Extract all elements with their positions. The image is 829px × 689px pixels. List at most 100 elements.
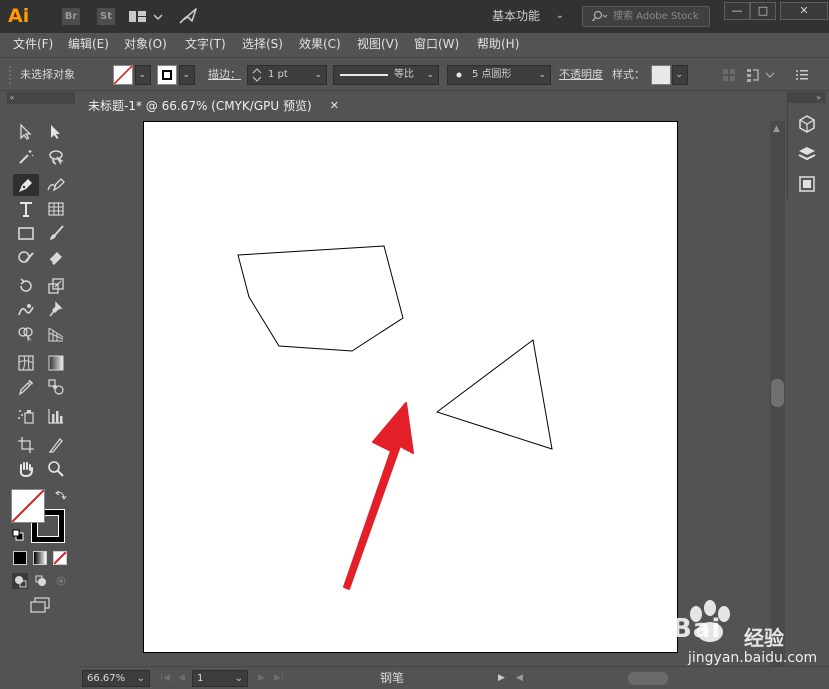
shaper-tool[interactable] xyxy=(13,246,39,268)
type-tool[interactable] xyxy=(13,198,39,220)
status-menu-icon[interactable]: ▶ xyxy=(498,670,505,687)
menu-help[interactable]: 帮助(H) xyxy=(477,33,519,55)
artboards-icon[interactable] xyxy=(798,175,816,193)
menu-effect[interactable]: 效果(C) xyxy=(299,33,341,55)
libraries-icon[interactable] xyxy=(798,115,816,133)
lasso-tool[interactable] xyxy=(43,146,69,168)
minimize-button[interactable]: — xyxy=(724,2,750,20)
pen-icon xyxy=(19,179,32,192)
opacity-label[interactable]: 不透明度 xyxy=(559,58,603,92)
search-placeholder: 搜索 Adobe Stock xyxy=(613,11,699,22)
stock-search-input[interactable]: 搜索 Adobe Stock xyxy=(582,6,710,27)
artboard[interactable] xyxy=(143,121,678,653)
draw-inside-icon[interactable] xyxy=(53,573,69,589)
graphic-style-swatch[interactable] xyxy=(651,65,671,85)
blend-tool[interactable] xyxy=(43,376,69,398)
menu-file[interactable]: 文件(F) xyxy=(13,33,53,55)
gpu-performance-icon[interactable] xyxy=(178,7,198,25)
fill-swatch[interactable] xyxy=(113,65,133,85)
draw-behind-icon[interactable] xyxy=(33,573,49,589)
panel-menu-icon[interactable] xyxy=(795,68,809,82)
grip-icon[interactable] xyxy=(8,64,12,86)
layers-icon[interactable] xyxy=(798,145,816,163)
variable-width-profile[interactable]: 等比 ⌄ xyxy=(333,65,439,85)
slice-tool[interactable] xyxy=(43,434,69,456)
scale-icon xyxy=(48,278,64,294)
stepper-icon[interactable] xyxy=(252,68,262,82)
menu-edit[interactable]: 编辑(E) xyxy=(68,33,109,55)
horizontal-scroll-thumb[interactable] xyxy=(628,672,668,685)
perspective-grid-tool[interactable] xyxy=(43,323,69,345)
selection-tool[interactable] xyxy=(13,121,39,143)
scroll-left-icon[interactable]: ◀ xyxy=(516,670,523,687)
gradient-mode-button[interactable] xyxy=(33,551,47,565)
brush-definition[interactable]: 5 点圆形 ⌄ xyxy=(447,65,551,85)
zoom-field[interactable]: 66.67% ⌄ xyxy=(82,670,150,687)
menu-object[interactable]: 对象(O) xyxy=(124,33,167,55)
magic-wand-tool[interactable] xyxy=(13,146,39,168)
artboard-tool[interactable] xyxy=(13,434,39,456)
eyedropper-tool[interactable] xyxy=(13,376,39,398)
rectangular-grid-tool[interactable] xyxy=(43,198,69,220)
canvas-area[interactable] xyxy=(80,121,770,666)
eraser-tool[interactable] xyxy=(43,246,69,268)
mesh-tool[interactable] xyxy=(13,352,39,374)
vertical-scroll-thumb[interactable] xyxy=(771,379,784,407)
chevron-down-icon: ⌄ xyxy=(675,70,683,80)
stroke-label[interactable]: 描边： xyxy=(208,58,241,92)
tools-panel xyxy=(7,103,75,623)
puppet-warp-tool[interactable] xyxy=(43,299,69,321)
triangle-path[interactable] xyxy=(435,339,553,450)
watermark-jingyan: 经验 xyxy=(744,626,784,650)
next-artboard-icon[interactable]: ▶ xyxy=(258,670,265,687)
first-artboard-icon[interactable]: |◀ xyxy=(160,670,170,687)
warp-tool[interactable] xyxy=(13,299,39,321)
previous-artboard-icon[interactable]: ◀ xyxy=(178,670,185,687)
default-colors-icon[interactable] xyxy=(12,529,24,541)
stroke-weight-field[interactable]: 1 pt ⌄ xyxy=(247,65,327,85)
arrange-documents-icon[interactable] xyxy=(128,9,164,25)
close-tab-button[interactable]: ✕ xyxy=(330,94,339,118)
paintbrush-tool[interactable] xyxy=(43,222,69,244)
rotate-tool[interactable] xyxy=(13,275,39,297)
draw-normal-icon[interactable] xyxy=(12,573,28,589)
stock-button[interactable]: St xyxy=(97,8,115,25)
curvature-tool[interactable] xyxy=(43,174,69,196)
symbol-sprayer-tool[interactable] xyxy=(13,405,39,427)
last-artboard-icon[interactable]: ▶| xyxy=(274,670,284,687)
hexagon-path[interactable] xyxy=(237,245,404,352)
maximize-button[interactable]: □ xyxy=(750,2,776,20)
screen-mode-icon[interactable] xyxy=(29,597,51,613)
rectangle-tool[interactable] xyxy=(13,222,39,244)
artboard-number-field[interactable]: 1 ⌄ xyxy=(192,670,248,687)
fill-dropdown[interactable]: ⌄ xyxy=(135,65,151,85)
close-window-button[interactable]: ✕ xyxy=(780,2,828,20)
menu-window[interactable]: 窗口(W) xyxy=(414,33,459,55)
stroke-dropdown[interactable]: ⌄ xyxy=(179,65,195,85)
fill-color-box[interactable] xyxy=(11,489,45,523)
document-tab[interactable]: 未标题-1* @ 66.67% (CMYK/GPU 预览) ✕ xyxy=(80,94,345,120)
align-grid-icon[interactable] xyxy=(722,68,736,82)
menu-type[interactable]: 文字(T) xyxy=(185,33,226,55)
current-tool-status: 钢笔 xyxy=(380,671,405,685)
swap-fill-stroke-icon[interactable] xyxy=(55,489,67,501)
menu-view[interactable]: 视图(V) xyxy=(357,33,399,55)
column-graph-tool[interactable] xyxy=(43,405,69,427)
direct-selection-tool[interactable] xyxy=(43,121,69,143)
scroll-up-icon[interactable]: ▲ xyxy=(773,124,780,134)
gradient-tool[interactable] xyxy=(43,352,69,374)
none-mode-button[interactable] xyxy=(53,551,67,565)
stroke-swatch[interactable] xyxy=(157,65,177,85)
vertical-scrollbar[interactable]: ▲ xyxy=(770,121,785,666)
pen-tool[interactable] xyxy=(13,174,39,196)
transform-icon[interactable] xyxy=(746,67,780,83)
zoom-tool[interactable] xyxy=(43,458,69,480)
shape-builder-tool[interactable] xyxy=(13,323,39,345)
workspace-switcher[interactable]: 基本功能 ⌄ xyxy=(484,4,572,28)
scale-tool[interactable] xyxy=(43,275,69,297)
menu-select[interactable]: 选择(S) xyxy=(242,33,283,55)
bridge-button[interactable]: Br xyxy=(62,8,80,25)
style-dropdown[interactable]: ⌄ xyxy=(672,65,688,85)
hand-tool[interactable] xyxy=(13,458,39,480)
color-mode-button[interactable] xyxy=(13,551,27,565)
